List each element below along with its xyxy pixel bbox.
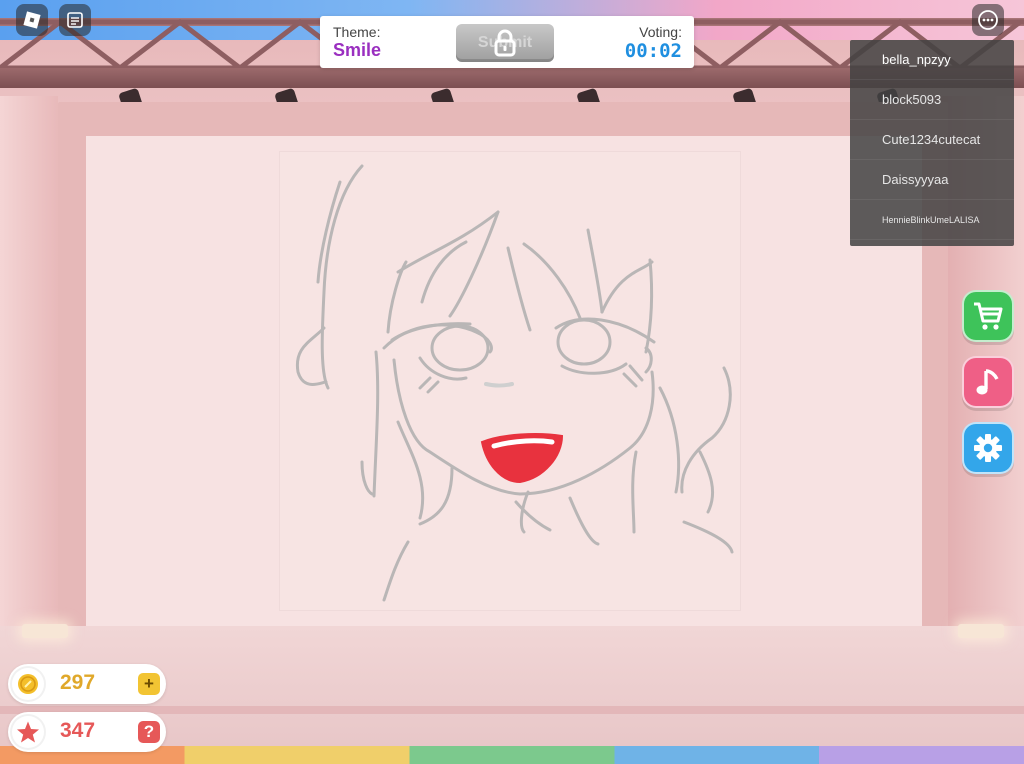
player-name: block5093: [882, 92, 942, 107]
theme-value: Smile: [333, 40, 382, 60]
music-note-icon: [976, 369, 999, 395]
voting-label: Voting:: [639, 24, 682, 40]
theme-panel: Theme: Smile Submit Voting: 00:02: [320, 16, 694, 68]
player-entry[interactable]: block5093: [850, 80, 1014, 120]
player-name: Cute1234cutecat: [882, 132, 981, 147]
lock-icon: [494, 29, 516, 57]
settings-button[interactable]: [962, 422, 1014, 474]
coin-icon: [12, 668, 44, 700]
stars-value: 347: [60, 719, 96, 742]
stars-counter: 347 ?: [8, 712, 166, 752]
more-options-button[interactable]: [972, 4, 1004, 36]
coins-value: 297: [60, 671, 96, 694]
player-entry[interactable]: HennieBlinkUmeLALISA: [850, 200, 1014, 240]
player-entry[interactable]: Daissyyyaa: [850, 160, 1014, 200]
sketch-drawing: [295, 164, 734, 602]
player-entry[interactable]: Cute1234cutecat: [850, 120, 1014, 160]
chat-button[interactable]: [59, 4, 91, 36]
coins-counter: 297 +: [8, 664, 166, 704]
player-name: Daissyyyaa: [882, 172, 949, 187]
player-name: HennieBlinkUmeLALISA: [882, 214, 980, 225]
star-icon: [12, 716, 44, 748]
buy-coins-button[interactable]: +: [138, 673, 160, 695]
roblox-logo-icon: [23, 11, 41, 29]
footlight-right: [958, 624, 1004, 638]
pillar-left: [0, 96, 58, 636]
theme-label: Theme:: [333, 24, 381, 40]
drawing-canvas: [280, 152, 740, 610]
footlight-left: [22, 624, 68, 638]
roblox-menu-button[interactable]: [16, 4, 48, 36]
nose-mark: [484, 382, 514, 388]
voting-timer: 00:02: [624, 40, 682, 62]
player-name: bella_npzyy: [882, 52, 951, 67]
chat-icon: [67, 12, 83, 28]
stars-help-button[interactable]: ?: [138, 721, 160, 743]
music-button[interactable]: [962, 356, 1014, 408]
player-list: bella_npzyy block5093 Cute1234cutecat Da…: [850, 40, 1014, 246]
shop-button[interactable]: [962, 290, 1014, 342]
gear-icon: [974, 434, 1002, 462]
cart-icon: [974, 302, 1003, 330]
player-entry[interactable]: bella_npzyy: [850, 40, 1014, 80]
more-options-icon: [978, 10, 998, 30]
submit-button[interactable]: Submit: [456, 24, 554, 62]
